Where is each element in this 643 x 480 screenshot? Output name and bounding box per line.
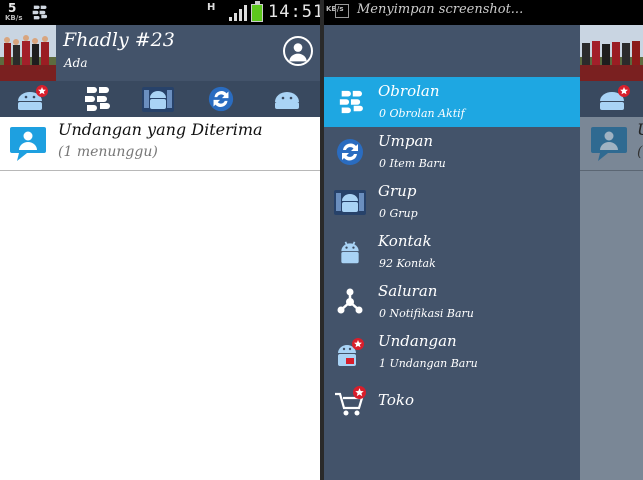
main-screen-peek[interactable]: U ( (580, 0, 643, 480)
navigation-drawer: Obrolan 0 Obrolan Aktif Umpan 0 Item Bar… (324, 25, 580, 480)
user-status: Ada (64, 56, 88, 70)
user-icon (285, 38, 311, 64)
signal-icon (229, 5, 247, 21)
peek-photo-image (580, 25, 643, 81)
drawer-item-sub: 0 Obrolan Aktif (379, 107, 465, 120)
invitations-title: Undangan yang Diterima (58, 120, 263, 139)
drawer-item-sub: 92 Kontak (379, 257, 436, 270)
invitation-contact-icon (10, 127, 46, 161)
drawer-item-invites[interactable]: Undangan 1 Undangan Baru (324, 327, 580, 377)
tab-groups[interactable] (140, 84, 176, 114)
tab-chats[interactable] (78, 84, 114, 114)
peek-header (580, 25, 643, 81)
drawer-item-label: Obrolan (378, 82, 440, 100)
network-type-label: H (207, 2, 216, 13)
drawer-item-feeds[interactable]: Umpan 0 Item Baru (324, 127, 580, 177)
peek-title-fragment: U (637, 120, 643, 139)
bbm-drawer-screen: KB/s Menyimpan screenshot... Obrolan 0 O… (324, 0, 643, 480)
screenshot-icon (335, 4, 349, 18)
drawer-item-chats[interactable]: Obrolan 0 Obrolan Aktif (324, 77, 580, 127)
drawer-item-groups[interactable]: Grup 0 Grup (324, 177, 580, 227)
received-invitations-row[interactable]: Undangan yang Diterima (1 menunggu) (0, 117, 320, 171)
clock: 14:51 (268, 2, 320, 22)
drawer-item-sub: 0 Item Baru (379, 157, 446, 170)
peek-profile-photo (580, 25, 643, 81)
bbm-main-screen: 5 KB/s H 14:51 Fhadly #23 Ada Undangan y… (0, 0, 320, 480)
drawer-item-sub: 0 Notifikasi Baru (379, 307, 474, 320)
drawer-item-label: Kontak (378, 232, 432, 250)
drawer-item-label: Grup (378, 182, 417, 200)
drawer-item-label: Undangan (378, 332, 457, 350)
notification-bar: KB/s Menyimpan screenshot... (324, 0, 580, 25)
username: Fhadly #23 (63, 29, 175, 51)
status-bar: 5 KB/s H 14:51 (0, 0, 320, 25)
bbm-android-icon (600, 85, 630, 110)
drawer-item-channels[interactable]: Saluran 0 Notifikasi Baru (324, 277, 580, 327)
refresh-icon (333, 135, 367, 169)
bbm-android-icon (18, 85, 48, 110)
tab-bar (0, 81, 320, 117)
bbm-notification-icon (30, 5, 48, 20)
notification-text: Menyimpan screenshot... (357, 2, 524, 17)
network-speed-unit: KB/s (5, 14, 23, 22)
drawer-item-sub: 1 Undangan Baru (379, 357, 478, 370)
drawer-item-label: Umpan (378, 132, 434, 150)
channel-icon (333, 285, 367, 319)
tab-contacts[interactable] (269, 84, 305, 114)
peek-tab-bar (580, 81, 643, 117)
peek-content: U ( (580, 117, 643, 480)
drawer-item-contacts[interactable]: Kontak 92 Kontak (324, 227, 580, 277)
group-icon (141, 84, 175, 114)
bbm-logo-icon (333, 85, 367, 119)
tab-updates[interactable] (203, 84, 239, 114)
refresh-icon (207, 85, 235, 113)
invitations-pending: (1 menunggu) (58, 144, 158, 160)
invite-icon (333, 335, 367, 369)
peek-invitations-row: U ( (580, 117, 643, 171)
shop-cart-icon (333, 385, 367, 419)
app-header: Fhadly #23 Ada (0, 25, 320, 81)
tab-bbm-android[interactable] (13, 84, 49, 114)
profile-button[interactable] (283, 36, 313, 66)
android-icon (275, 92, 299, 109)
drawer-item-label: Toko (378, 391, 414, 409)
peek-status-bar (580, 0, 643, 25)
drawer-item-label: Saluran (378, 282, 438, 300)
network-speed-value: 5 (8, 1, 17, 15)
group-icon (333, 185, 367, 219)
peek-sub-fragment: ( (637, 144, 643, 160)
contact-icon (333, 235, 367, 269)
drawer-item-sub: 0 Grup (379, 207, 418, 220)
battery-icon (251, 1, 263, 22)
profile-photo-image (0, 25, 56, 81)
drawer-item-shop[interactable]: Toko (324, 377, 580, 427)
bbm-logo-icon (81, 86, 111, 112)
invitation-contact-icon (591, 127, 627, 161)
profile-photo[interactable] (0, 25, 56, 81)
